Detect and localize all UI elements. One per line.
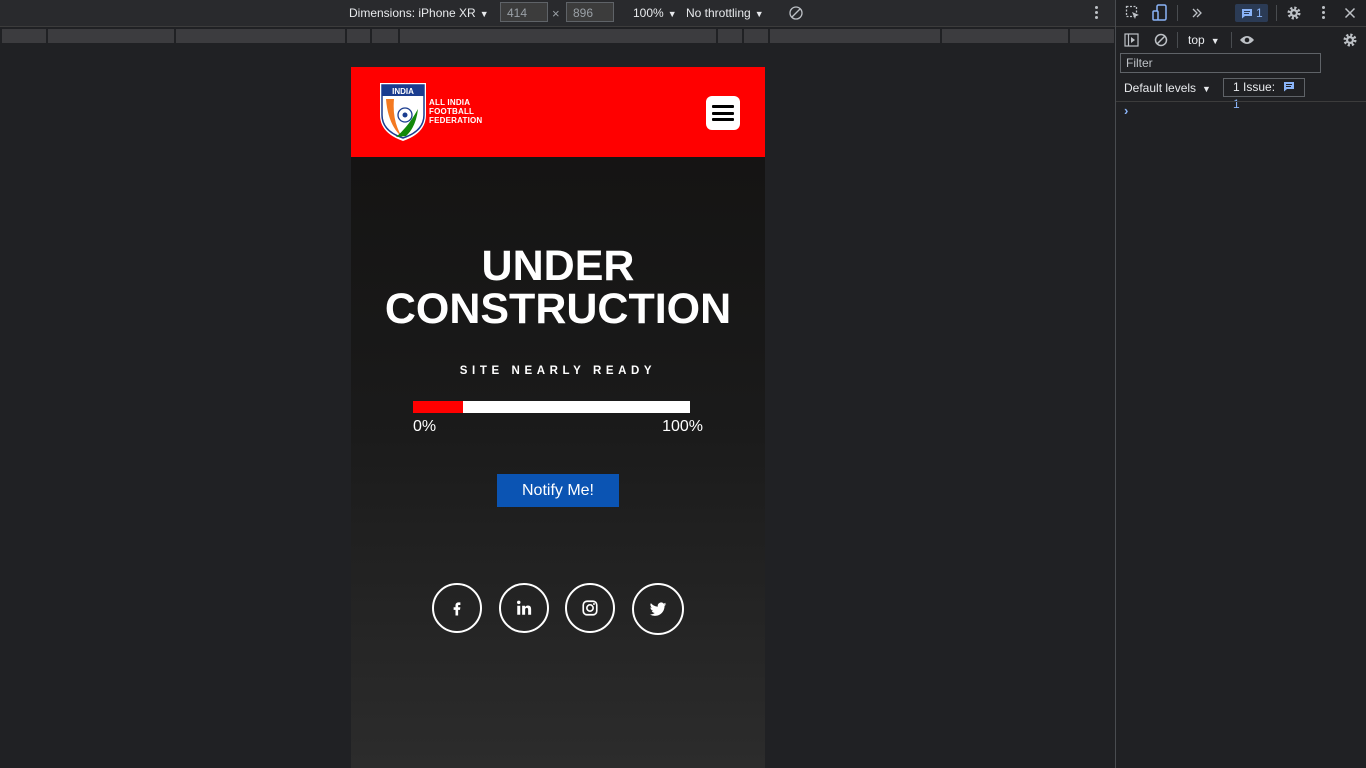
page-title: UNDER CONSTRUCTION: [351, 245, 765, 331]
site-header: INDIA ALL INDIA FOOTBALL FEDERATION: [351, 67, 765, 157]
message-icon: [1242, 9, 1252, 19]
height-input[interactable]: 896: [566, 2, 614, 22]
more-tabs-icon[interactable]: [1191, 7, 1203, 19]
rotate-icon[interactable]: [789, 6, 803, 20]
issues-button[interactable]: 1 Issue: 1: [1223, 78, 1305, 111]
device-toolbar: Dimensions: iPhone XR ▼ 414 × 896 100% ▼ N…: [0, 0, 1115, 27]
zoom-select[interactable]: 100% ▼: [633, 0, 677, 26]
media-query-bar: [0, 27, 1115, 45]
throttling-select[interactable]: No throttling ▼: [686, 0, 764, 26]
logo-badge-text: INDIA: [392, 87, 414, 96]
device-select[interactable]: Dimensions: iPhone XR ▼: [349, 0, 489, 26]
caret-down-icon: ▼: [479, 9, 489, 19]
caret-down-icon: ▼: [1210, 36, 1220, 46]
title-line-2: CONSTRUCTION: [384, 285, 732, 333]
device-toolbar-toggle-icon[interactable]: [1152, 4, 1168, 22]
facebook-icon[interactable]: [432, 583, 482, 633]
issues-badge[interactable]: 1: [1235, 4, 1268, 22]
console-toolbar: top ▼: [1116, 27, 1366, 53]
sidebar-toggle-icon[interactable]: [1124, 33, 1139, 47]
caret-down-icon: ▼: [754, 9, 764, 19]
logo-line-2: FOOTBALL: [429, 107, 475, 116]
device-label: Dimensions: iPhone XR: [349, 6, 476, 20]
throttling-label: No throttling: [686, 6, 751, 20]
logo-wordmark: ALL INDIA FOOTBALL FEDERATION: [429, 98, 482, 125]
gear-icon[interactable]: [1286, 5, 1302, 21]
logo-line-1: ALL INDIA: [429, 98, 471, 107]
eye-icon[interactable]: [1239, 34, 1255, 46]
twitter-icon[interactable]: [632, 583, 684, 635]
console-settings-icon[interactable]: [1342, 32, 1358, 48]
log-levels-label: Default levels: [1124, 81, 1197, 95]
inspect-element-icon[interactable]: [1125, 5, 1141, 21]
caret-down-icon: ▼: [1202, 84, 1211, 94]
devtools-panel: 1 top ▼ Filter Default levels ▼ 1 Issue: 1…: [1115, 0, 1366, 768]
message-icon: [1284, 82, 1295, 92]
devtools-toolbar: 1: [1116, 0, 1366, 27]
subtitle: SITE NEARLY READY: [459, 365, 657, 377]
issues-badge-count: 1: [1256, 6, 1263, 20]
notify-button[interactable]: Notify Me!: [497, 474, 619, 507]
issues-label: 1 Issue:: [1233, 80, 1276, 94]
progress-end-label: 100%: [662, 418, 703, 435]
log-levels-select[interactable]: Default levels ▼: [1124, 78, 1211, 99]
caret-down-icon: ▼: [667, 9, 677, 19]
console-prompt[interactable]: ›: [1124, 103, 1128, 118]
zoom-label: 100%: [633, 6, 664, 20]
context-label: top: [1188, 33, 1205, 47]
divider: [1116, 101, 1366, 102]
width-input[interactable]: 414: [500, 2, 548, 22]
logo-line-3: FEDERATION: [429, 116, 483, 125]
progress-fill: [413, 401, 463, 413]
linkedin-icon[interactable]: [499, 583, 549, 633]
issues-count: 1: [1233, 97, 1240, 111]
filter-input[interactable]: Filter: [1120, 53, 1321, 73]
progress-bar: [413, 401, 690, 413]
progress-start-label: 0%: [413, 418, 437, 435]
close-icon[interactable]: [1344, 7, 1356, 19]
clear-console-icon[interactable]: [1154, 33, 1168, 47]
hamburger-icon[interactable]: [706, 96, 740, 130]
instagram-icon[interactable]: [565, 583, 615, 633]
context-select[interactable]: top ▼: [1188, 27, 1220, 54]
more-options-icon[interactable]: [1091, 4, 1101, 22]
device-viewport: INDIA ALL INDIA FOOTBALL FEDERATION UNDE…: [351, 67, 765, 768]
times-separator: ×: [552, 6, 560, 21]
title-line-1: UNDER: [481, 242, 635, 290]
more-options-icon[interactable]: [1318, 4, 1328, 22]
